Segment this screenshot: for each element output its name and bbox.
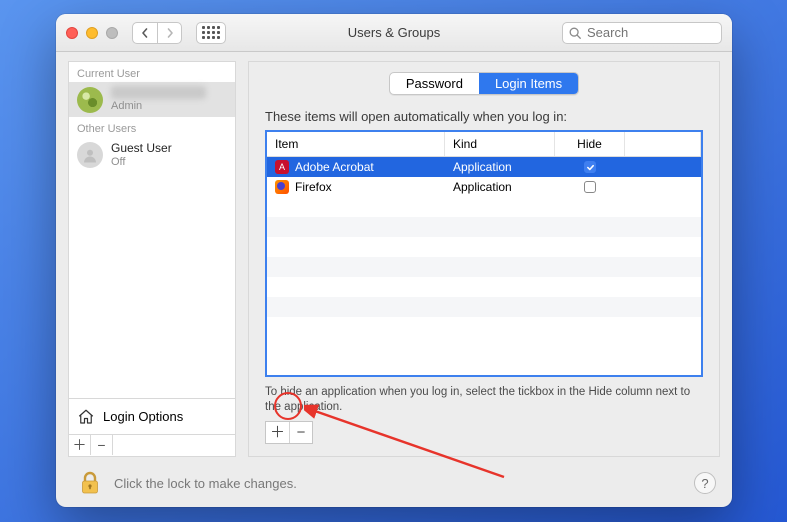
- show-all-button[interactable]: [196, 22, 226, 44]
- maximize-icon[interactable]: [106, 27, 118, 39]
- titlebar: Users & Groups: [56, 14, 732, 52]
- user-role: Admin: [111, 99, 206, 113]
- section-label-current: Current User: [69, 62, 235, 82]
- user-role: Off: [111, 155, 172, 169]
- login-items-instruction: These items will open automatically when…: [265, 109, 703, 124]
- tab-password[interactable]: Password: [390, 73, 479, 94]
- user-name: Guest User: [111, 141, 172, 155]
- item-kind: Application: [445, 158, 555, 176]
- hide-hint: To hide an application when you log in, …: [265, 385, 703, 415]
- firefox-icon: [275, 180, 289, 194]
- footer: Click the lock to make changes. ?: [56, 459, 732, 507]
- search-icon: [568, 26, 582, 40]
- house-icon: [77, 408, 95, 426]
- user-add-remove-bar: ＋ −: [68, 435, 236, 457]
- nav-buttons: [132, 22, 182, 44]
- item-name: Adobe Acrobat: [295, 160, 374, 174]
- table-body: A Adobe Acrobat Application Firefox Appli…: [267, 157, 701, 375]
- user-name: [111, 86, 206, 99]
- hide-checkbox[interactable]: [584, 161, 596, 173]
- search-input[interactable]: [562, 22, 722, 44]
- section-label-other: Other Users: [69, 117, 235, 137]
- item-kind: Application: [445, 178, 555, 196]
- col-header-hide[interactable]: Hide: [555, 132, 625, 156]
- main-panel: Password Login Items These items will op…: [248, 61, 720, 457]
- remove-user-button[interactable]: −: [91, 435, 113, 455]
- back-button[interactable]: [133, 23, 157, 43]
- hide-checkbox[interactable]: [584, 181, 596, 193]
- lock-text: Click the lock to make changes.: [114, 476, 297, 491]
- help-button[interactable]: ?: [694, 472, 716, 494]
- table-header: Item Kind Hide: [267, 132, 701, 157]
- add-user-button[interactable]: ＋: [69, 435, 91, 455]
- col-header-pad: [625, 132, 701, 156]
- tab-login-items[interactable]: Login Items: [479, 73, 578, 94]
- add-item-button[interactable]: ＋: [266, 422, 289, 443]
- user-list: Current User Admin Other Users Guest Use…: [68, 61, 236, 399]
- acrobat-icon: A: [275, 160, 289, 174]
- window-body: Current User Admin Other Users Guest Use…: [56, 52, 732, 507]
- minimize-icon[interactable]: [86, 27, 98, 39]
- sidebar: Current User Admin Other Users Guest Use…: [68, 61, 236, 457]
- col-header-item[interactable]: Item: [267, 132, 445, 156]
- item-name: Firefox: [295, 180, 332, 194]
- login-items-table: Item Kind Hide A Adobe Acrobat Applicatio…: [265, 130, 703, 377]
- preferences-window: Users & Groups Current User Admin Other …: [56, 14, 732, 507]
- grid-icon: [202, 26, 220, 39]
- user-row-guest[interactable]: Guest User Off: [69, 137, 235, 173]
- login-options-label: Login Options: [103, 409, 183, 424]
- avatar: [77, 87, 103, 113]
- remove-item-button[interactable]: −: [289, 422, 312, 443]
- table-row[interactable]: A Adobe Acrobat Application: [267, 157, 701, 177]
- tab-segment: Password Login Items: [389, 72, 579, 95]
- forward-button[interactable]: [157, 23, 181, 43]
- table-row[interactable]: Firefox Application: [267, 177, 701, 197]
- item-add-remove: ＋ −: [265, 421, 703, 444]
- search-field[interactable]: [562, 22, 722, 44]
- lock-icon[interactable]: [80, 471, 100, 495]
- window-title: Users & Groups: [234, 25, 554, 40]
- close-icon[interactable]: [66, 27, 78, 39]
- user-row-current[interactable]: Admin: [69, 82, 235, 117]
- col-header-kind[interactable]: Kind: [445, 132, 555, 156]
- login-options-row[interactable]: Login Options: [68, 399, 236, 435]
- avatar-guest: [77, 142, 103, 168]
- window-controls: [66, 27, 118, 39]
